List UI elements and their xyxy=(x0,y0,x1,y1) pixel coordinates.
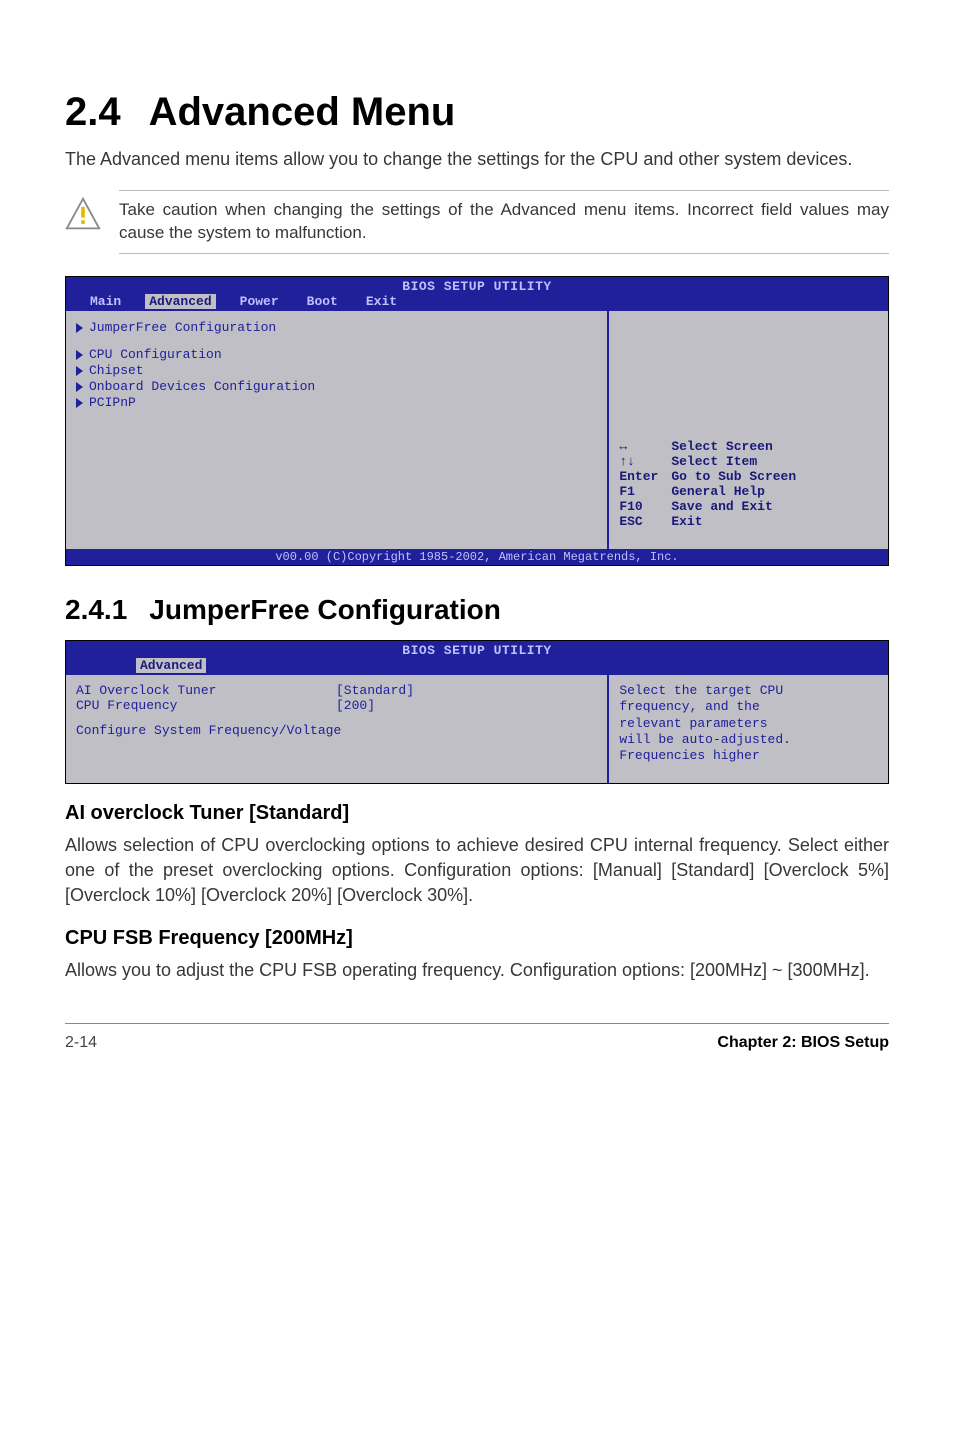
menu-label: Chipset xyxy=(89,363,144,378)
help-label: Select Item xyxy=(671,454,757,469)
help-key: ↑↓ xyxy=(619,454,671,469)
menu-label: CPU Configuration xyxy=(89,347,222,362)
menu-onboard[interactable]: Onboard Devices Configuration xyxy=(76,379,597,394)
help-row: F1General Help xyxy=(619,484,880,499)
tab-power[interactable]: Power xyxy=(236,294,283,309)
title-text: Advanced Menu xyxy=(149,90,456,135)
cpu-fsb-paragraph: Allows you to adjust the CPU FSB operati… xyxy=(65,958,889,983)
menu-label: Onboard Devices Configuration xyxy=(89,379,315,394)
chevron-right-icon xyxy=(76,323,83,333)
tab-exit[interactable]: Exit xyxy=(362,294,401,309)
section-number: 2.4.1 xyxy=(65,594,127,625)
help-row: ↔Select Screen xyxy=(619,439,880,454)
subheading-ai-overclock: AI overclock Tuner [Standard] xyxy=(65,802,889,825)
chevron-right-icon xyxy=(76,382,83,392)
intro-paragraph: The Advanced menu items allow you to cha… xyxy=(65,147,889,172)
help-desc-line: will be auto-adjusted. xyxy=(619,732,880,748)
page-footer: 2-14 Chapter 2: BIOS Setup xyxy=(65,1023,889,1052)
help-row: ↑↓Select Item xyxy=(619,454,880,469)
setting-value: [Standard] xyxy=(336,683,597,698)
menu-chipset[interactable]: Chipset xyxy=(76,363,597,378)
tab-advanced[interactable]: Advanced xyxy=(136,658,206,673)
page-number: 2-14 xyxy=(65,1034,97,1052)
help-key: F1 xyxy=(619,484,671,499)
bios-advanced-menu: BIOS SETUP UTILITY Main Advanced Power B… xyxy=(65,276,889,566)
bios-header-title: BIOS SETUP UTILITY xyxy=(66,641,888,658)
help-key: ↔ xyxy=(619,439,671,454)
caution-icon xyxy=(65,196,101,232)
bios-jumperfree-menu: BIOS SETUP UTILITY Advanced AI Overclock… xyxy=(65,640,889,784)
chevron-right-icon xyxy=(76,398,83,408)
setting-label: CPU Frequency xyxy=(76,698,336,713)
menu-pcipnp[interactable]: PCIPnP xyxy=(76,395,597,410)
menu-label: JumperFree Configuration xyxy=(89,320,276,335)
caution-text: Take caution when changing the settings … xyxy=(119,199,889,245)
help-label: Save and Exit xyxy=(671,499,772,514)
setting-label: AI Overclock Tuner xyxy=(76,683,336,698)
menu-cpu[interactable]: CPU Configuration xyxy=(76,347,597,362)
ai-overclock-paragraph: Allows selection of CPU overclocking opt… xyxy=(65,833,889,909)
help-row: ESCExit xyxy=(619,514,880,529)
section-heading-241: 2.4.1 JumperFree Configuration xyxy=(65,594,889,626)
help-row: F10Save and Exit xyxy=(619,499,880,514)
tab-boot[interactable]: Boot xyxy=(303,294,342,309)
menu-jumperfree[interactable]: JumperFree Configuration xyxy=(76,320,597,335)
title-number: 2.4 xyxy=(65,90,121,135)
help-row: EnterGo to Sub Screen xyxy=(619,469,880,484)
chapter-label: Chapter 2: BIOS Setup xyxy=(717,1034,889,1052)
subheading-cpu-fsb: CPU FSB Frequency [200MHz] xyxy=(65,927,889,950)
bios-header-title: BIOS SETUP UTILITY xyxy=(66,277,888,294)
setting-value: [200] xyxy=(336,698,597,713)
caution-note: Take caution when changing the settings … xyxy=(65,190,889,254)
help-label: Exit xyxy=(671,514,702,529)
help-label: Select Screen xyxy=(671,439,772,454)
setting-label: Configure System Frequency/Voltage xyxy=(76,723,341,738)
setting-cpu-frequency[interactable]: CPU Frequency [200] xyxy=(76,698,597,713)
help-key: ESC xyxy=(619,514,671,529)
setting-ai-overclock[interactable]: AI Overclock Tuner [Standard] xyxy=(76,683,597,698)
help-desc-line: relevant parameters xyxy=(619,716,880,732)
help-desc-line: Select the target CPU xyxy=(619,683,880,699)
help-desc-line: Frequencies higher xyxy=(619,748,880,764)
help-key: Enter xyxy=(619,469,671,484)
page-title-row: 2.4 Advanced Menu xyxy=(65,90,889,135)
help-key: F10 xyxy=(619,499,671,514)
chevron-right-icon xyxy=(76,366,83,376)
tab-main[interactable]: Main xyxy=(86,294,125,309)
tab-advanced[interactable]: Advanced xyxy=(145,294,215,309)
bios-footer: v00.00 (C)Copyright 1985-2002, American … xyxy=(66,549,888,565)
help-label: General Help xyxy=(671,484,765,499)
help-label: Go to Sub Screen xyxy=(671,469,796,484)
section-title: JumperFree Configuration xyxy=(149,594,501,625)
setting-configure-freq-voltage[interactable]: Configure System Frequency/Voltage xyxy=(76,723,597,738)
chevron-right-icon xyxy=(76,350,83,360)
help-desc-line: frequency, and the xyxy=(619,699,880,715)
menu-label: PCIPnP xyxy=(89,395,136,410)
